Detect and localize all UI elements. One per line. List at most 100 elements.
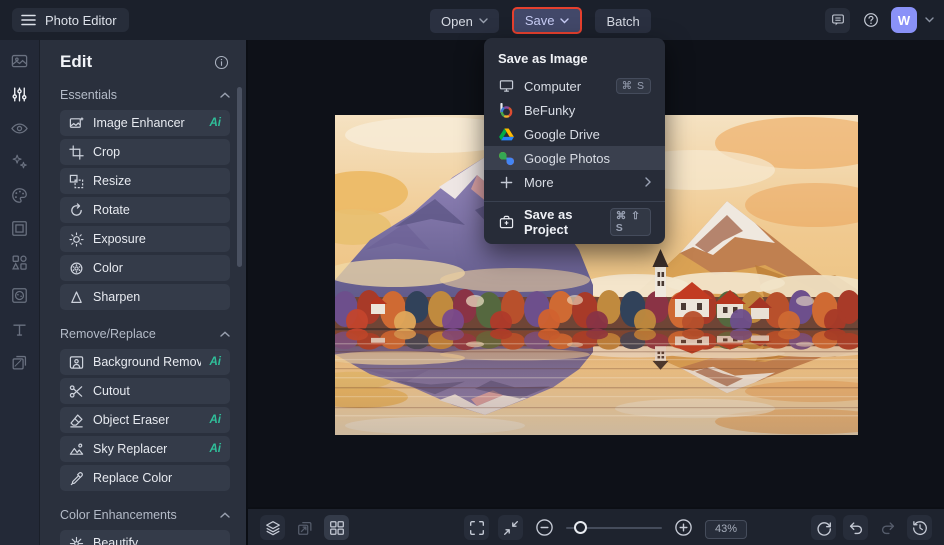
user-avatar[interactable]: W xyxy=(891,7,917,33)
beautify-flower-icon xyxy=(69,536,84,545)
rail-item-artsy[interactable] xyxy=(9,185,31,205)
tool-button-object-eraser[interactable]: Object Eraser Ai xyxy=(60,407,230,433)
frame-icon xyxy=(12,221,27,236)
plus-circle-icon xyxy=(675,519,692,536)
chevron-down-icon xyxy=(560,17,570,23)
sky-replacer-icon xyxy=(69,442,84,457)
menu-item-more[interactable]: More xyxy=(484,170,665,194)
eraser-icon xyxy=(69,413,84,428)
open-label: Open xyxy=(441,13,473,29)
rail-item-touchup[interactable] xyxy=(9,118,31,138)
section-label: Color Enhancements xyxy=(60,508,177,522)
batch-button[interactable]: Batch xyxy=(595,9,651,33)
undo-button[interactable] xyxy=(843,515,868,540)
feedback-button[interactable] xyxy=(825,7,850,33)
help-button[interactable] xyxy=(858,8,883,33)
tool-label: Resize xyxy=(93,174,132,188)
section-label: Remove/Replace xyxy=(60,327,156,341)
menu-item-label: Save as Project xyxy=(524,207,573,237)
rail-item-overlays[interactable] xyxy=(9,286,31,306)
rail-item-frames[interactable] xyxy=(9,219,31,239)
image-enhancer-icon xyxy=(69,116,84,131)
menu-item-label: More xyxy=(524,174,554,190)
info-button[interactable] xyxy=(213,54,230,71)
rail-item-photo-manager[interactable] xyxy=(9,51,31,71)
tool-button-replace-color[interactable]: Replace Color xyxy=(60,465,230,491)
fit-to-screen-button[interactable] xyxy=(498,515,523,540)
grid-view-button[interactable] xyxy=(324,515,349,540)
tool-button-exposure[interactable]: Exposure xyxy=(60,226,230,252)
rail-item-textures[interactable] xyxy=(9,353,31,373)
duplicate-icon xyxy=(297,521,311,535)
sliders-icon xyxy=(12,87,27,102)
color-wheel-icon xyxy=(69,261,84,276)
app-title: Photo Editor xyxy=(45,12,117,28)
menu-item-google-photos[interactable]: Google Photos xyxy=(484,146,665,170)
tool-button-color[interactable]: Color xyxy=(60,255,230,281)
zoom-slider-handle[interactable] xyxy=(574,521,587,534)
menu-item-computer[interactable]: Computer ⌘ S xyxy=(484,74,665,98)
chevron-down-icon xyxy=(479,18,488,24)
info-icon xyxy=(214,55,229,69)
ai-badge: Ai xyxy=(209,414,222,426)
reset-icon xyxy=(816,521,831,536)
main-menu-button[interactable]: Photo Editor xyxy=(12,8,129,32)
menu-item-label: BeFunky xyxy=(524,102,576,118)
panel-scrollbar[interactable] xyxy=(237,87,242,267)
chevron-up-icon xyxy=(220,331,230,337)
zoom-in-button[interactable] xyxy=(671,515,696,540)
menu-item-befunky[interactable]: BeFunky xyxy=(484,98,665,122)
section-header-essentials[interactable]: Essentials xyxy=(60,88,230,102)
rotate-icon xyxy=(69,202,84,218)
menu-item-label: Google Drive xyxy=(524,126,600,142)
tool-button-sky-replacer[interactable]: Sky Replacer Ai xyxy=(60,436,230,462)
save-button[interactable]: Save xyxy=(511,7,583,34)
eyedropper-icon xyxy=(69,471,84,486)
rail-item-edit[interactable] xyxy=(9,85,31,105)
fullscreen-button[interactable] xyxy=(464,515,489,540)
tool-button-sharpen[interactable]: Sharpen xyxy=(60,284,230,310)
tool-button-image-enhancer[interactable]: Image Enhancer Ai xyxy=(60,110,230,136)
tool-label: Color xyxy=(93,261,123,275)
rail-item-effects[interactable] xyxy=(9,152,31,172)
tool-button-crop[interactable]: Crop xyxy=(60,139,230,165)
rail-item-text[interactable] xyxy=(9,319,31,339)
section-header-color-enhancements[interactable]: Color Enhancements xyxy=(60,508,230,522)
tool-label: Image Enhancer xyxy=(93,116,185,130)
sparkles-icon xyxy=(12,154,27,169)
tool-button-background-remover[interactable]: Background Remover Ai xyxy=(60,349,230,375)
duplicate-button[interactable] xyxy=(292,515,317,540)
tool-button-beautify[interactable]: Beautify xyxy=(60,530,230,545)
edit-panel: Edit Essentials Image Enhancer Ai Crop R… xyxy=(40,40,248,545)
chevron-right-icon xyxy=(645,177,651,187)
redo-button[interactable] xyxy=(875,515,900,540)
section-header-remove-replace[interactable]: Remove/Replace xyxy=(60,327,230,341)
open-button[interactable]: Open xyxy=(430,9,499,33)
batch-label: Batch xyxy=(606,13,640,29)
menu-item-save-as-project[interactable]: Save as Project ⌘ ⇧ S xyxy=(484,207,665,237)
computer-icon xyxy=(498,79,514,93)
chevron-up-icon xyxy=(220,512,230,518)
tool-rail xyxy=(0,40,40,545)
tool-button-resize[interactable]: Resize xyxy=(60,168,230,194)
layers-button[interactable] xyxy=(260,515,285,540)
comment-icon xyxy=(831,14,844,26)
reset-button[interactable] xyxy=(811,515,836,540)
account-menu-chevron[interactable] xyxy=(925,17,934,23)
tool-label: Exposure xyxy=(93,232,146,246)
canvas-toolbar: 43% xyxy=(248,507,944,545)
zoom-out-button[interactable] xyxy=(532,515,557,540)
zoom-value-field[interactable]: 43% xyxy=(705,519,747,539)
tool-label: Replace Color xyxy=(93,471,173,485)
google-photos-icon xyxy=(498,151,514,166)
save-label: Save xyxy=(524,13,555,28)
zoom-slider[interactable] xyxy=(566,515,662,540)
tool-button-rotate[interactable]: Rotate xyxy=(60,197,230,223)
menu-item-google-drive[interactable]: Google Drive xyxy=(484,122,665,146)
undo-icon xyxy=(849,521,862,534)
tool-button-cutout[interactable]: Cutout xyxy=(60,378,230,404)
history-button[interactable] xyxy=(907,515,932,540)
crop-icon xyxy=(69,144,84,160)
rail-item-graphics[interactable] xyxy=(9,252,31,272)
history-clock-icon xyxy=(912,520,927,535)
